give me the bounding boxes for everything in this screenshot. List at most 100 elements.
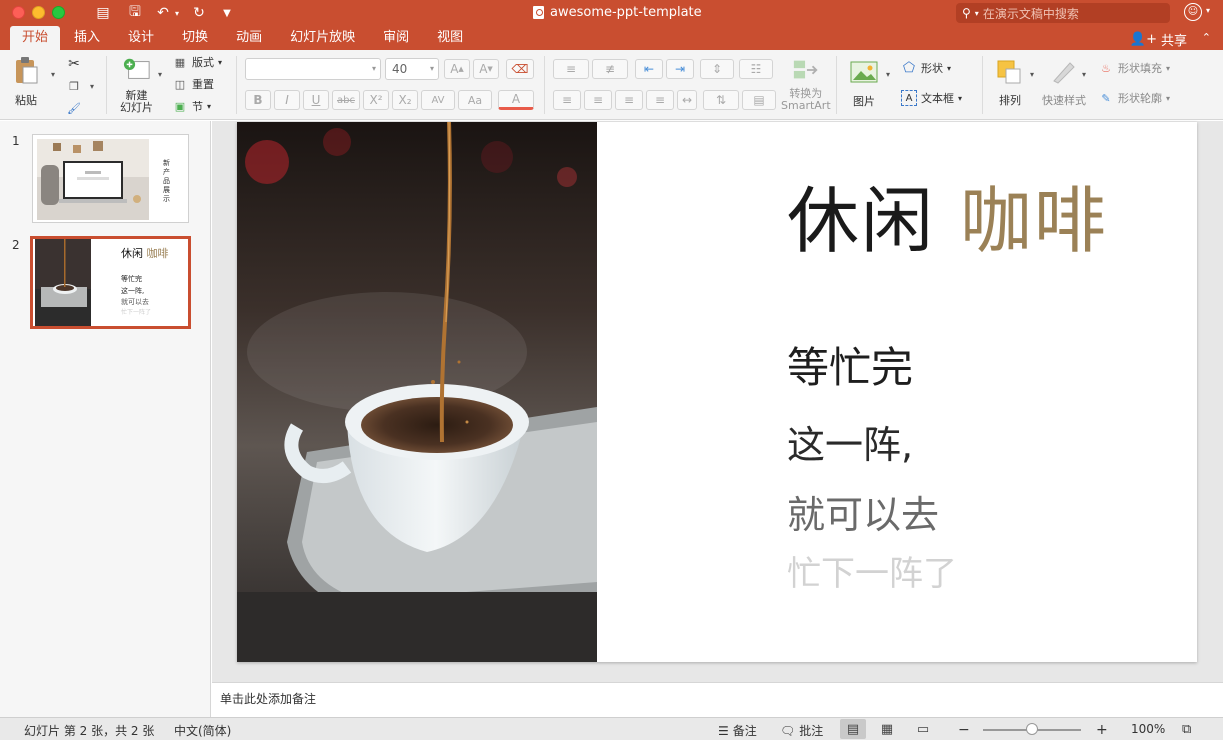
decrease-font-button[interactable]: A ▼ xyxy=(473,59,499,79)
copy-dropdown-icon[interactable]: ▾ xyxy=(84,78,100,94)
font-name-field[interactable]: ▾ xyxy=(245,58,381,80)
redo-icon[interactable]: ↻ xyxy=(190,5,208,21)
comments-toggle-button[interactable]: 🗨 批注 xyxy=(780,722,823,739)
align-right-button[interactable]: ≡ xyxy=(615,90,643,110)
font-size-field[interactable]: 40 ▾ xyxy=(385,58,439,80)
character-spacing-button[interactable]: AV xyxy=(421,90,455,110)
notes-toggle-button[interactable]: ☰ 备注 xyxy=(718,722,757,739)
tab-insert[interactable]: 插入 xyxy=(60,26,114,50)
align-left-button[interactable]: ≡ xyxy=(553,90,581,110)
shape-fill-label: 形状填充 xyxy=(1118,62,1162,75)
copy-icon[interactable]: ❐ xyxy=(66,78,82,94)
slide-thumbnail-1[interactable]: 新产品展示 xyxy=(32,134,189,223)
underline-button[interactable]: U xyxy=(303,90,329,110)
superscript-button[interactable]: X² xyxy=(363,90,389,110)
new-slide-button[interactable]: 新建 幻灯片 xyxy=(120,56,153,114)
thumbnail-2-title-accent: 咖啡 xyxy=(146,247,169,260)
new-slide-dropdown-icon[interactable]: ▾ xyxy=(152,66,168,82)
tab-home[interactable]: 开始 xyxy=(10,26,61,50)
decrease-indent-button[interactable]: ⇤ xyxy=(635,59,663,79)
collapse-ribbon-icon[interactable]: ⌃ xyxy=(1202,31,1211,44)
slide-text-line1[interactable]: 等忙完 xyxy=(787,334,913,395)
italic-button[interactable]: I xyxy=(274,90,300,110)
reset-button[interactable]: ◫ 重置 xyxy=(172,76,214,92)
change-case-button[interactable]: Aa xyxy=(458,90,492,110)
justify-button[interactable]: ≡ xyxy=(646,90,674,110)
font-color-button[interactable]: A xyxy=(498,90,534,110)
shape-outline-icon: ✎ xyxy=(1101,91,1111,105)
slide-text-line2[interactable]: 这一阵, xyxy=(787,414,913,469)
zoom-slider-knob[interactable] xyxy=(1026,723,1038,735)
slide-sorter-view-button[interactable]: ▦ xyxy=(874,719,900,739)
align-center-button[interactable]: ≡ xyxy=(584,90,612,110)
increase-indent-button[interactable]: ⇥ xyxy=(666,59,694,79)
line-spacing-button[interactable]: ⇕ xyxy=(700,59,734,79)
increase-font-button[interactable]: A ▲ xyxy=(444,59,470,79)
notes-input[interactable]: 单击此处添加备注 xyxy=(212,682,1223,717)
zoom-out-button[interactable]: − xyxy=(958,722,970,738)
layout-button[interactable]: ▦ 版式 ▾ xyxy=(172,54,222,70)
bold-button[interactable]: B xyxy=(245,90,271,110)
slide-thumbnail-2[interactable]: 休闲 咖啡 等忙完 这一阵, 就可以去 忙下一阵了 xyxy=(30,236,191,329)
customize-toolbar-icon[interactable]: ▼ xyxy=(218,8,236,19)
tab-view[interactable]: 视图 xyxy=(423,26,477,50)
subscript-button[interactable]: X₂ xyxy=(392,90,418,110)
slide-text-line4[interactable]: 忙下一阵了 xyxy=(787,546,957,595)
section-button[interactable]: ▣ 节 ▾ xyxy=(172,98,211,114)
paste-dropdown-icon[interactable]: ▾ xyxy=(45,66,61,82)
textbox-button[interactable]: A 文本框 ▾ xyxy=(901,90,962,106)
quick-styles-dropdown-icon[interactable]: ▾ xyxy=(1076,66,1092,82)
paste-button[interactable]: 粘贴 xyxy=(12,56,40,108)
format-painter-icon[interactable]: 🖌 xyxy=(66,100,82,116)
align-text-button[interactable]: ▤ xyxy=(742,90,776,110)
feedback-smiley-icon[interactable]: ☺ xyxy=(1184,3,1202,21)
picture-button[interactable]: 图片 xyxy=(850,58,878,109)
sidebar-toggle-icon[interactable]: ▤ xyxy=(94,5,112,21)
zoom-window-button[interactable] xyxy=(52,6,65,19)
normal-view-button[interactable]: ▤ xyxy=(840,719,866,739)
close-window-button[interactable] xyxy=(12,6,25,19)
strikethrough-button[interactable]: abc xyxy=(332,90,360,110)
search-input[interactable]: ⚲ ▾ 在演示文稿中搜索 xyxy=(956,3,1170,23)
arrange-dropdown-icon[interactable]: ▾ xyxy=(1024,66,1040,82)
cut-icon[interactable]: ✂ xyxy=(66,56,82,72)
fit-to-window-icon[interactable]: ⧉ xyxy=(1182,722,1191,737)
tab-slideshow[interactable]: 幻灯片放映 xyxy=(276,26,369,50)
feedback-dropdown-icon[interactable]: ▾ xyxy=(1206,6,1210,15)
ribbon-separator xyxy=(836,56,837,114)
slide-text-line3[interactable]: 就可以去 xyxy=(787,484,939,539)
undo-icon[interactable]: ↶ xyxy=(154,5,172,21)
minimize-window-button[interactable] xyxy=(32,6,45,19)
bullets-button[interactable]: ≡ xyxy=(553,59,589,79)
shape-fill-button[interactable]: ♨ 形状填充 ▾ xyxy=(1098,60,1170,76)
zoom-in-button[interactable]: + xyxy=(1096,722,1108,738)
picture-dropdown-icon[interactable]: ▾ xyxy=(880,66,896,82)
distributed-button[interactable]: ↔ xyxy=(677,90,697,110)
text-direction-button[interactable]: ⇅ xyxy=(703,90,739,110)
clear-formatting-button[interactable]: ⌫ xyxy=(506,59,534,79)
tab-animations[interactable]: 动画 xyxy=(222,26,276,50)
tab-design[interactable]: 设计 xyxy=(114,26,168,50)
slide-thumbnail-pane[interactable]: 1 新产品展示 2 休闲 咖啡 等忙完 这一阵, 就可以去 忙下一阵了 xyxy=(0,121,211,717)
tab-transitions[interactable]: 切换 xyxy=(168,26,222,50)
coffee-pour-photo[interactable] xyxy=(237,122,597,662)
textbox-icon: A xyxy=(901,90,917,106)
tab-review[interactable]: 审阅 xyxy=(369,26,423,50)
shape-icon: ⬠ xyxy=(902,60,916,76)
reading-view-button[interactable]: ▭ xyxy=(910,719,936,739)
arrange-button[interactable]: 排列 xyxy=(996,58,1024,108)
language-status[interactable]: 中文(简体) xyxy=(174,722,231,739)
slide-title[interactable]: 休闲 咖啡 xyxy=(787,162,1108,267)
layout-icon: ▦ xyxy=(174,55,186,69)
current-slide[interactable]: 休闲 咖啡 等忙完 这一阵, 就可以去 忙下一阵了 xyxy=(237,122,1197,662)
zoom-level[interactable]: 100% xyxy=(1131,722,1165,736)
share-button[interactable]: 👤+ 共享 xyxy=(1130,30,1187,49)
textbox-label: 文本框 xyxy=(921,92,954,105)
undo-dropdown-icon[interactable]: ▾ xyxy=(172,9,182,18)
numbering-button[interactable]: ≢ xyxy=(592,59,628,79)
columns-button[interactable]: ☷ xyxy=(739,59,773,79)
convert-smartart-button[interactable]: 转换为 SmartArt xyxy=(781,56,831,112)
save-icon[interactable]: 🖫 xyxy=(126,1,144,25)
shape-button[interactable]: ⬠ 形状 ▾ xyxy=(901,60,951,76)
shape-outline-button[interactable]: ✎ 形状轮廓 ▾ xyxy=(1098,90,1170,106)
